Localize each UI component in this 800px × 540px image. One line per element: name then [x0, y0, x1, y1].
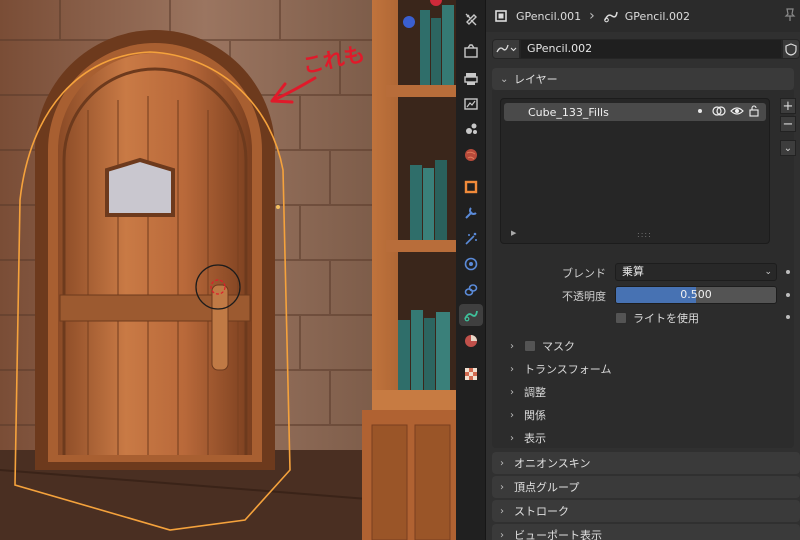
panel-label: オニオンスキン	[514, 457, 591, 470]
remove-layer-button[interactable]: −	[780, 116, 796, 132]
physics-icon[interactable]	[459, 253, 483, 275]
chevron-right-icon: ›	[510, 409, 514, 421]
chevron-right-icon: ›	[510, 340, 514, 352]
resize-grip-icon[interactable]: ::::	[637, 230, 652, 239]
blend-dropdown[interactable]: 乗算 ⌄	[615, 263, 777, 281]
data-name-field[interactable]: GPencil.002	[520, 39, 782, 59]
properties-tab-column	[456, 0, 486, 540]
subpanel-adjustments[interactable]: › 調整	[510, 383, 546, 401]
dot-icon	[698, 109, 702, 113]
keyframe-dot-icon[interactable]	[786, 270, 790, 274]
use-lights-toggle[interactable]: ライトを使用	[615, 310, 699, 326]
subpanel-display[interactable]: › 表示	[510, 429, 546, 447]
3d-viewport[interactable]: これも	[0, 0, 456, 540]
gpencil-icon	[603, 11, 618, 23]
texture-icon[interactable]	[459, 363, 483, 385]
subpanel-transform[interactable]: › トランスフォーム	[510, 360, 611, 378]
subpanel-label: 調整	[524, 386, 546, 399]
keyframe-dot-icon[interactable]	[786, 315, 790, 319]
tool-icon[interactable]	[459, 9, 483, 31]
blend-value: 乗算	[622, 265, 644, 278]
panel-viewport-display[interactable]: › ビューポート表示	[492, 524, 800, 540]
opacity-label: 不透明度	[562, 290, 606, 303]
gpencil-data-icon[interactable]	[459, 304, 483, 326]
material-icon[interactable]	[459, 330, 483, 352]
layer-list[interactable]: Cube_133_Fills ▶ ::::	[500, 98, 770, 244]
chevron-down-icon: ⌄	[500, 73, 509, 85]
data-block-selector: GPencil.002	[492, 38, 800, 60]
breadcrumb: GPencil.001 › GPencil.002	[486, 0, 800, 32]
panel-vertex-groups[interactable]: › 頂点グループ	[492, 476, 800, 498]
onion-skin-icon[interactable]	[712, 105, 726, 117]
constraints-icon[interactable]	[459, 279, 483, 301]
breadcrumb-data-name: GPencil.002	[624, 9, 690, 23]
subpanel-label: 表示	[524, 432, 546, 445]
subpanel-label: マスク	[542, 340, 575, 353]
layer-specials-button[interactable]: ⌄	[780, 140, 796, 156]
subpanel-label: トランスフォーム	[524, 363, 612, 376]
output-icon[interactable]	[459, 68, 483, 90]
panel-label: ストローク	[514, 505, 569, 518]
blend-label: ブレンド	[562, 267, 606, 280]
keyframe-dot-icon[interactable]	[786, 293, 790, 297]
chevron-right-icon: ›	[500, 529, 504, 540]
chevron-right-icon: ›	[500, 505, 504, 517]
modifier-icon[interactable]	[459, 202, 483, 224]
lock-icon[interactable]	[748, 105, 760, 117]
chevron-right-icon: ›	[589, 8, 595, 24]
fake-user-shield-icon[interactable]	[782, 39, 800, 59]
play-triangle-icon[interactable]: ▶	[511, 229, 516, 237]
opacity-value: 0.500	[680, 288, 712, 301]
panel-label: 頂点グループ	[514, 481, 580, 494]
object-data-icon	[495, 10, 507, 22]
layers-panel-title: レイヤー	[514, 73, 558, 86]
breadcrumb-object[interactable]: GPencil.001	[494, 9, 581, 23]
chevron-down-icon: ⌄	[764, 267, 772, 277]
breadcrumb-data[interactable]: GPencil.002	[603, 9, 690, 23]
eye-icon[interactable]	[730, 105, 744, 117]
panel-label: ビューポート表示	[514, 529, 602, 540]
panel-onion-skin[interactable]: › オニオンスキン	[492, 452, 800, 474]
world-icon[interactable]	[459, 144, 483, 166]
layers-panel-header[interactable]: ⌄ レイヤー	[492, 68, 794, 90]
chevron-right-icon: ›	[510, 432, 514, 444]
pin-icon[interactable]	[784, 8, 796, 25]
object-icon[interactable]	[459, 176, 483, 198]
add-layer-button[interactable]: +	[780, 98, 796, 114]
subpanel-label: 関係	[524, 409, 546, 422]
use-lights-label: ライトを使用	[633, 312, 699, 325]
render-icon[interactable]	[459, 40, 483, 62]
breadcrumb-object-name: GPencil.001	[516, 9, 582, 23]
layer-name: Cube_133_Fills	[528, 105, 609, 119]
panel-strokes[interactable]: › ストローク	[492, 500, 800, 522]
mask-checkbox[interactable]	[524, 340, 536, 352]
data-type-dropdown[interactable]	[492, 39, 520, 59]
view-layer-icon[interactable]	[459, 93, 483, 115]
chevron-right-icon: ›	[510, 363, 514, 375]
chevron-right-icon: ›	[500, 481, 504, 493]
subpanel-relations[interactable]: › 関係	[510, 406, 546, 424]
viewport-render	[0, 0, 456, 540]
chevron-right-icon: ›	[510, 386, 514, 398]
subpanel-mask[interactable]: › マスク	[510, 337, 575, 355]
particles-icon[interactable]	[459, 228, 483, 250]
use-lights-checkbox[interactable]	[615, 312, 627, 324]
chevron-right-icon: ›	[500, 457, 504, 469]
opacity-slider[interactable]: 0.500	[615, 286, 777, 304]
layer-row[interactable]: Cube_133_Fills	[504, 103, 766, 121]
scene-icon[interactable]	[459, 118, 483, 140]
